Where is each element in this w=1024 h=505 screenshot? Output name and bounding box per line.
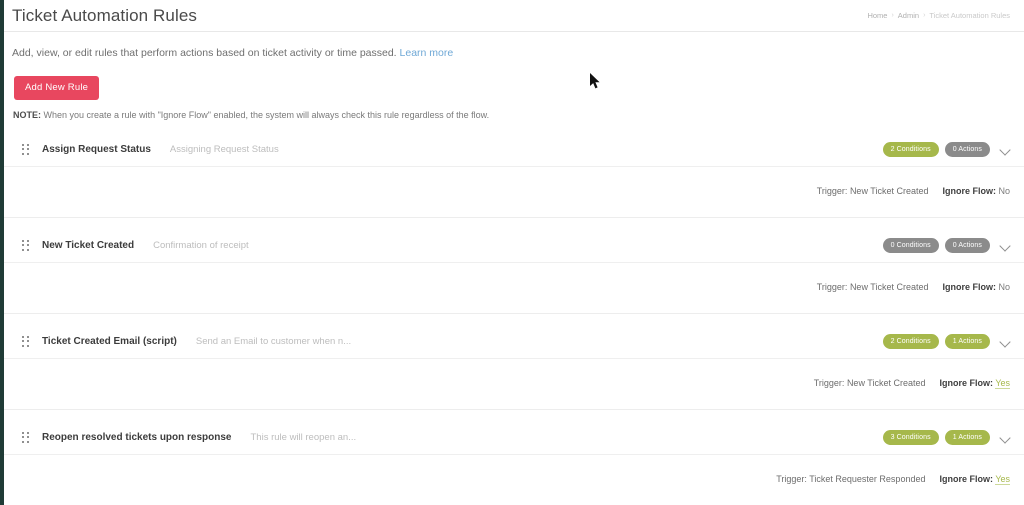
actions-badge[interactable]: 1 Actions [944, 333, 990, 350]
rule-card: Reopen resolved tickets upon response Thi… [4, 421, 1024, 505]
drag-handle-icon[interactable] [22, 143, 32, 156]
actions-badge[interactable]: 0 Actions [944, 237, 990, 254]
rule-description: Confirmation of receipt [153, 240, 249, 251]
ignore-flow-label: Ignore Flow: [942, 282, 996, 292]
rule-meta-inner: Trigger: New Ticket Created Ignore Flow: … [817, 281, 1010, 295]
rule-separator [4, 410, 1024, 421]
rule-meta: Trigger: New Ticket Created Ignore Flow: … [4, 359, 1024, 410]
chevron-down-icon[interactable] [999, 239, 1012, 252]
note-prefix: NOTE: [13, 110, 41, 120]
rule-description: Send an Email to customer when n... [195, 336, 352, 347]
rule-separator [4, 218, 1024, 229]
breadcrumb-separator-icon: › [891, 12, 894, 19]
chevron-down-icon[interactable] [999, 335, 1012, 348]
toolbar: Add New Rule [4, 60, 1024, 100]
rule-header[interactable]: New Ticket Created Confirmation of receip… [4, 229, 1024, 263]
rule-card: New Ticket Created Confirmation of receip… [4, 229, 1024, 314]
trigger-label: Trigger: [816, 282, 848, 292]
trigger-label: Trigger: [816, 186, 848, 196]
ignore-flow-label: Ignore Flow: [939, 378, 993, 388]
rule-trigger: Trigger: New Ticket Created [814, 377, 926, 389]
ignore-flow-label: Ignore Flow: [939, 474, 993, 484]
rule-header[interactable]: Reopen resolved tickets upon response Thi… [4, 421, 1024, 455]
drag-handle-icon[interactable] [22, 239, 32, 252]
ignore-flow-value: No [998, 282, 1010, 292]
conditions-badge[interactable]: 0 Conditions [882, 237, 939, 254]
rule-badges: 3 Conditions 1 Actions [882, 429, 1012, 446]
page-container: Ticket Automation Rules Home › Admin › T… [4, 0, 1024, 505]
page-title: Ticket Automation Rules [12, 5, 197, 25]
rule-description: Assigning Request Status [169, 144, 279, 155]
actions-badge[interactable]: 0 Actions [944, 141, 990, 158]
intro-description: Add, view, or edit rules that perform ac… [12, 47, 397, 59]
actions-badge[interactable]: 1 Actions [944, 429, 990, 446]
rule-card: Assign Request Status Assigning Request S… [4, 133, 1024, 218]
rule-ignore-flow: Ignore Flow: No [942, 185, 1010, 197]
learn-more-link[interactable]: Learn more [400, 47, 454, 59]
ignore-flow-value[interactable]: Yes [995, 474, 1010, 485]
rule-meta-inner: Trigger: New Ticket Created Ignore Flow: … [814, 377, 1010, 391]
rule-name[interactable]: Reopen resolved tickets upon response [42, 431, 232, 444]
rules-list: Assign Request Status Assigning Request S… [4, 133, 1024, 505]
ignore-flow-value[interactable]: Yes [995, 378, 1010, 389]
rule-name[interactable]: New Ticket Created [42, 239, 134, 252]
chevron-down-icon[interactable] [999, 431, 1012, 444]
rule-card: Ticket Created Email (script) Send an Ema… [4, 325, 1024, 410]
breadcrumb-separator-icon: › [923, 12, 926, 19]
ignore-flow-label: Ignore Flow: [942, 186, 996, 196]
rule-ignore-flow: Ignore Flow: Yes [939, 377, 1010, 389]
rule-meta: Trigger: Ticket Requester Responded Ignor… [4, 455, 1024, 505]
trigger-label: Trigger: [813, 378, 845, 388]
rule-badges: 0 Conditions 0 Actions [882, 237, 1012, 254]
breadcrumb-item-home[interactable]: Home [867, 11, 887, 20]
rule-meta: Trigger: New Ticket Created Ignore Flow: … [4, 167, 1024, 218]
drag-handle-icon[interactable] [22, 431, 32, 444]
rule-header[interactable]: Assign Request Status Assigning Request S… [4, 133, 1024, 167]
rule-description: This rule will reopen an... [250, 432, 357, 443]
rule-meta-inner: Trigger: Ticket Requester Responded Ignor… [776, 473, 1010, 487]
trigger-value: New Ticket Created [849, 186, 929, 196]
breadcrumb-item-current: Ticket Automation Rules [929, 11, 1010, 20]
page-header: Ticket Automation Rules Home › Admin › T… [4, 0, 1024, 32]
rule-header[interactable]: Ticket Created Email (script) Send an Ema… [4, 325, 1024, 359]
breadcrumb: Home › Admin › Ticket Automation Rules [867, 11, 1012, 20]
add-new-rule-button[interactable]: Add New Rule [14, 76, 100, 100]
note-text: NOTE: When you create a rule with "Ignor… [4, 100, 1024, 121]
chevron-down-icon[interactable] [999, 143, 1012, 156]
rule-trigger: Trigger: New Ticket Created [817, 185, 929, 197]
conditions-badge[interactable]: 2 Conditions [882, 141, 939, 158]
note-body: When you create a rule with "Ignore Flow… [43, 110, 490, 120]
rule-name[interactable]: Assign Request Status [42, 143, 151, 156]
rule-ignore-flow: Ignore Flow: Yes [939, 473, 1010, 485]
rule-meta: Trigger: New Ticket Created Ignore Flow: … [4, 263, 1024, 314]
trigger-value: New Ticket Created [846, 378, 926, 388]
rule-ignore-flow: Ignore Flow: No [942, 281, 1010, 293]
rule-trigger: Trigger: Ticket Requester Responded [776, 473, 925, 485]
breadcrumb-item-admin[interactable]: Admin [898, 11, 919, 20]
trigger-label: Trigger: [776, 474, 807, 484]
rule-meta-inner: Trigger: New Ticket Created Ignore Flow: … [817, 185, 1010, 199]
rule-trigger: Trigger: New Ticket Created [817, 281, 929, 293]
rule-badges: 2 Conditions 0 Actions [882, 141, 1012, 158]
ignore-flow-value: No [998, 186, 1010, 196]
rule-badges: 2 Conditions 1 Actions [882, 333, 1012, 350]
app-root: Ticket Automation Rules Home › Admin › T… [0, 0, 1024, 505]
trigger-value: Ticket Requester Responded [809, 474, 926, 484]
conditions-badge[interactable]: 3 Conditions [882, 429, 939, 446]
left-edge-strip [0, 0, 4, 505]
intro-text: Add, view, or edit rules that perform ac… [4, 32, 1024, 60]
drag-handle-icon[interactable] [22, 335, 32, 348]
rule-name[interactable]: Ticket Created Email (script) [42, 335, 177, 348]
conditions-badge[interactable]: 2 Conditions [882, 333, 939, 350]
rule-separator [4, 314, 1024, 325]
trigger-value: New Ticket Created [849, 282, 929, 292]
